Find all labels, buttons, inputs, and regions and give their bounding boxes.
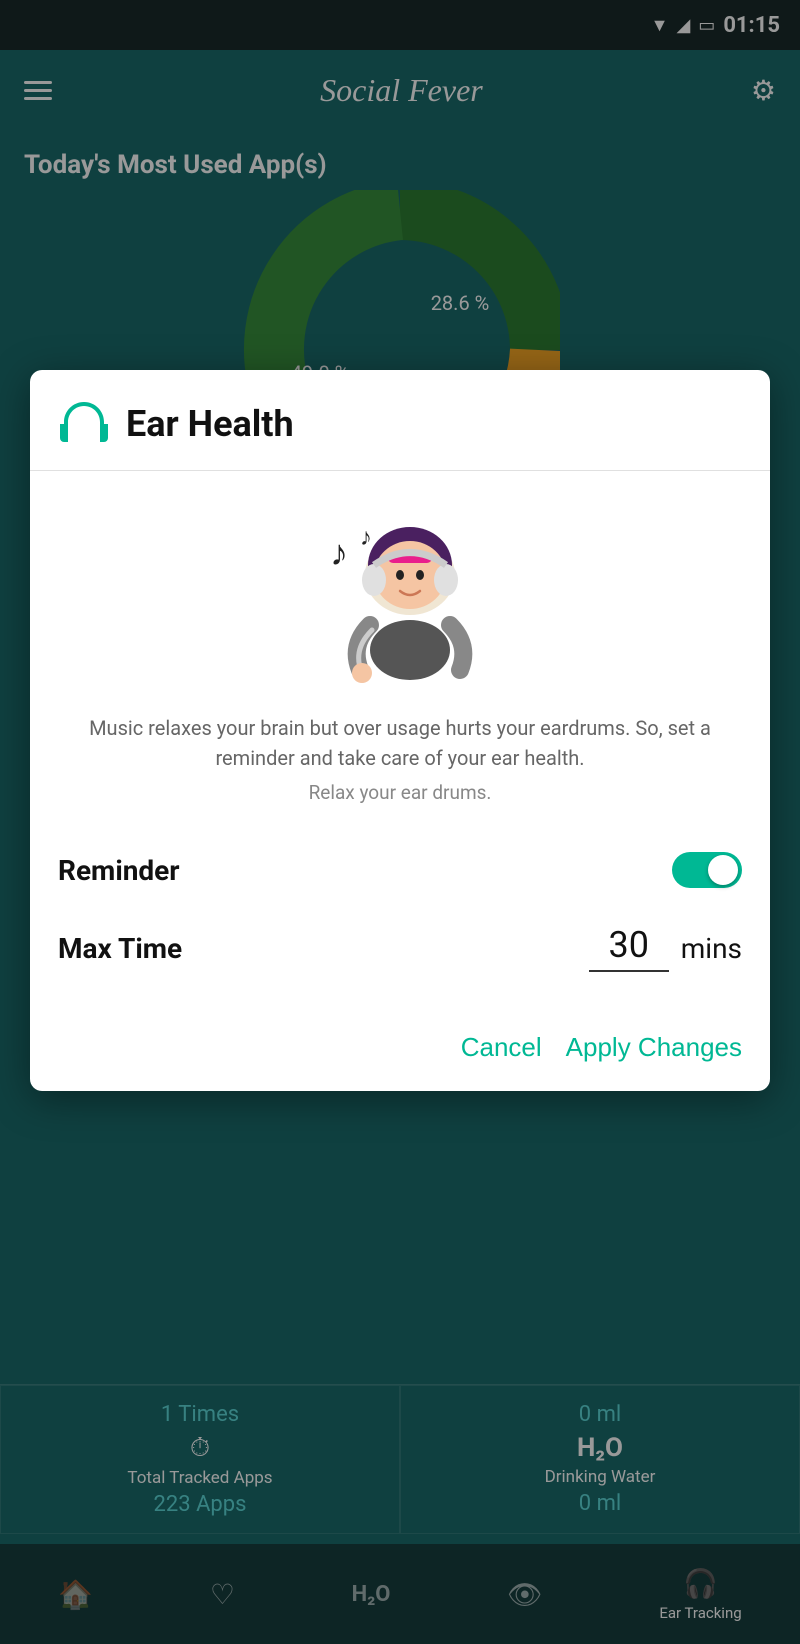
person-illustration: ♪ ♪: [300, 495, 500, 685]
maxtime-label: Max Time: [58, 932, 589, 965]
maxtime-row: Max Time 30 mins: [58, 904, 742, 992]
modal-header: Ear Health: [30, 370, 770, 471]
modal-body: ♪ ♪: [30, 471, 770, 1016]
maxtime-unit: mins: [681, 932, 742, 965]
modal-subtext: Relax your ear drums.: [58, 781, 742, 804]
cancel-button[interactable]: Cancel: [461, 1032, 542, 1063]
reminder-label: Reminder: [58, 854, 180, 887]
svg-text:♪: ♪: [330, 532, 348, 574]
maxtime-input-wrap: 30 mins: [589, 924, 742, 972]
modal-actions: Cancel Apply Changes: [30, 1016, 770, 1091]
svg-text:♪: ♪: [360, 523, 372, 551]
illustration-area: ♪ ♪: [58, 495, 742, 685]
maxtime-value[interactable]: 30: [589, 924, 669, 972]
modal-title: Ear Health: [126, 403, 294, 445]
toggle-knob: [708, 855, 738, 885]
apply-button[interactable]: Apply Changes: [566, 1032, 742, 1063]
ear-health-modal: Ear Health ♪ ♪: [30, 370, 770, 1091]
reminder-row: Reminder: [58, 836, 742, 904]
modal-description: Music relaxes your brain but over usage …: [58, 713, 742, 773]
reminder-toggle[interactable]: [672, 852, 742, 888]
headphone-icon: [58, 398, 110, 450]
